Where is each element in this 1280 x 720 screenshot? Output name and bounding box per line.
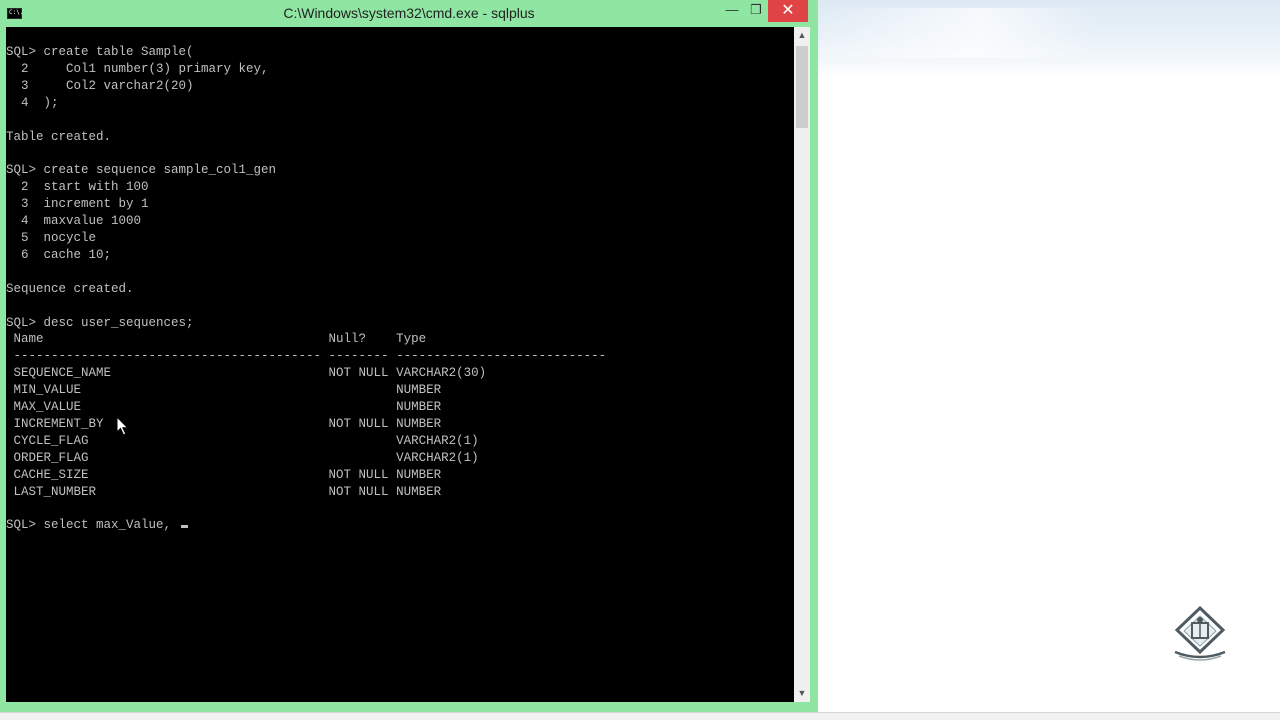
console-output[interactable]: SQL> create table Sample( 2 Col1 number(… bbox=[6, 27, 794, 702]
console-line: SQL> desc user_sequences; bbox=[6, 315, 194, 330]
window-title: C:\Windows\system32\cmd.exe - sqlplus bbox=[283, 5, 535, 21]
desktop-header-band bbox=[818, 0, 1280, 78]
mouse-pointer-icon bbox=[116, 416, 129, 436]
console-line: Sequence created. bbox=[6, 281, 134, 296]
console-line: SQL> create table Sample( bbox=[6, 45, 194, 59]
console-line: SEQUENCE_NAME NOT NULL VARCHAR2(30) bbox=[13, 366, 487, 381]
taskbar-strip bbox=[0, 712, 1280, 720]
console-line: 3 increment by 1 bbox=[21, 197, 149, 212]
text-cursor bbox=[180, 525, 188, 529]
console-line: 2 start with 100 bbox=[21, 180, 149, 195]
console-line: 5 nocycle bbox=[21, 230, 97, 245]
console-line: CYCLE_FLAG VARCHAR2(1) bbox=[13, 433, 479, 448]
console-line: 3 Col2 varchar2(20) bbox=[21, 78, 194, 93]
scroll-down-icon[interactable]: ▼ bbox=[794, 685, 810, 702]
console-line: ORDER_FLAG VARCHAR2(1) bbox=[13, 450, 479, 465]
console-line: CACHE_SIZE NOT NULL NUMBER bbox=[13, 467, 442, 482]
scroll-up-icon[interactable]: ▲ bbox=[794, 27, 810, 44]
console-line: 4 maxvalue 1000 bbox=[21, 214, 142, 229]
scrollbar-thumb[interactable] bbox=[796, 46, 808, 128]
console-line: 2 Col1 number(3) primary key, bbox=[21, 61, 269, 76]
watermark-logo bbox=[1174, 606, 1226, 661]
console-line: MAX_VALUE NUMBER bbox=[13, 400, 442, 415]
console-lines: SQL> create table Sample( 2 Col1 number(… bbox=[6, 45, 606, 499]
console-text: SQL> create table Sample( 2 Col1 number(… bbox=[6, 44, 606, 534]
console-line: Name Null? Type bbox=[13, 332, 427, 347]
vertical-scrollbar[interactable]: ▲ ▼ bbox=[794, 27, 810, 702]
cmd-window[interactable]: C:\. C:\Windows\system32\cmd.exe - sqlpl… bbox=[0, 0, 818, 712]
maximize-button[interactable]: ❐ bbox=[744, 0, 768, 22]
console-line: SQL> create sequence sample_col1_gen bbox=[6, 163, 277, 178]
console-line: LAST_NUMBER NOT NULL NUMBER bbox=[13, 484, 442, 499]
console-line: ----------------------------------------… bbox=[13, 349, 607, 364]
console-line: 4 ); bbox=[21, 95, 59, 110]
close-button[interactable]: ✕ bbox=[768, 0, 808, 22]
console-line: INCREMENT_BY NOT NULL NUMBER bbox=[13, 416, 442, 431]
console-line: MIN_VALUE NUMBER bbox=[13, 383, 442, 398]
minimize-button[interactable]: — bbox=[720, 0, 744, 22]
console-line: Table created. bbox=[6, 129, 112, 144]
console-line: 6 cache 10; bbox=[21, 247, 112, 262]
console-input-line[interactable]: SQL> select max_Value, bbox=[6, 518, 179, 532]
title-bar[interactable]: C:\. C:\Windows\system32\cmd.exe - sqlpl… bbox=[0, 0, 818, 27]
